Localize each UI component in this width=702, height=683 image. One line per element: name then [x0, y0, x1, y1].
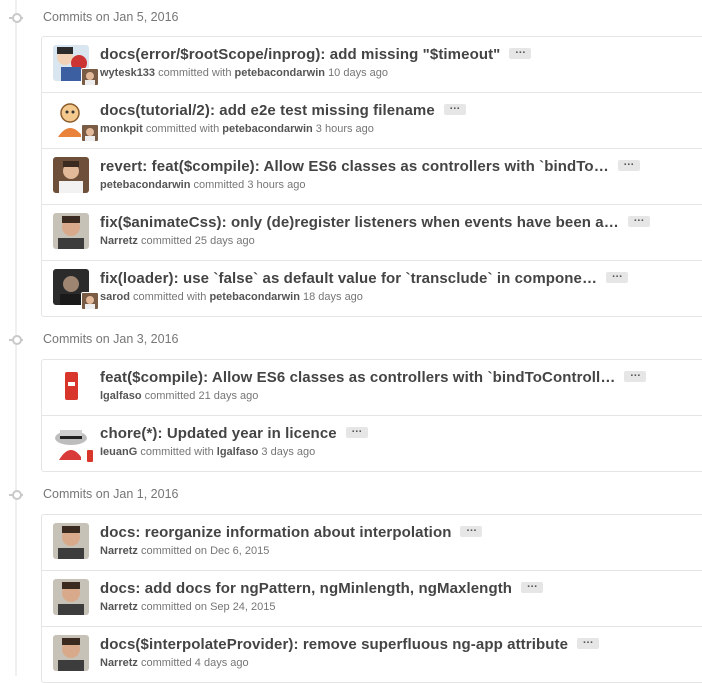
commit-item: docs($interpolateProvider): remove super…: [42, 626, 702, 682]
expand-ellipsis-button[interactable]: …: [443, 100, 466, 116]
commit-day-group: Commits on Jan 1, 2016 docs: reorganize …: [0, 484, 702, 683]
author-link[interactable]: IeuanG: [100, 446, 137, 458]
expand-ellipsis-button[interactable]: …: [627, 212, 650, 228]
commit-meta: lgalfaso committed 21 days ago: [100, 390, 259, 402]
commit-message-link[interactable]: docs(error/$rootScope/inprog): add missi…: [100, 46, 500, 63]
commit-meta: Narretz committed 25 days ago: [100, 235, 255, 247]
author-link[interactable]: lgalfaso: [100, 390, 142, 402]
commit-meta: Narretz committed 4 days ago: [100, 657, 249, 669]
commit-message-link[interactable]: feat($compile): Allow ES6 classes as con…: [100, 369, 615, 386]
day-title: Commits on Jan 3, 2016: [43, 332, 179, 346]
commit-meta: IeuanG committed with lgalfaso 3 days ag…: [100, 446, 316, 458]
author-avatar[interactable]: [53, 635, 89, 671]
commit-time: 3 hours ago: [247, 179, 306, 191]
author-link[interactable]: wytesk133: [100, 67, 155, 79]
commit-time: Sep 24, 2015: [210, 601, 276, 613]
commit-meta: Narretz committed on Sep 24, 2015: [100, 601, 276, 613]
commit-message-link[interactable]: fix($animateCss): only (de)register list…: [100, 214, 619, 231]
commit-list: docs: reorganize information about inter…: [41, 514, 702, 683]
author-link[interactable]: Narretz: [100, 601, 138, 613]
commit-day-group: Commits on Jan 5, 2016 docs(error/$rootS…: [0, 7, 702, 317]
day-header: Commits on Jan 5, 2016: [0, 7, 702, 29]
commit-meta: Narretz committed on Dec 6, 2015: [100, 545, 270, 557]
commit-item: feat($compile): Allow ES6 classes as con…: [42, 360, 702, 415]
expand-ellipsis-button[interactable]: …: [521, 578, 544, 594]
author-link[interactable]: Narretz: [100, 657, 138, 669]
expand-ellipsis-button[interactable]: …: [509, 44, 532, 60]
expand-ellipsis-button[interactable]: …: [577, 634, 600, 650]
commit-time: 4 days ago: [194, 657, 249, 669]
author-avatar[interactable]: [53, 157, 89, 193]
commit-message-link[interactable]: fix(loader): use `false` as default valu…: [100, 270, 597, 287]
commit-time: 10 days ago: [328, 67, 388, 79]
expand-ellipsis-button[interactable]: …: [460, 522, 483, 538]
committer-avatar[interactable]: [81, 447, 99, 465]
author-link[interactable]: monkpit: [100, 123, 143, 135]
commit-time: 18 days ago: [302, 291, 363, 303]
commit-meta: wytesk133 committed with petebacondarwin…: [100, 67, 388, 79]
expand-ellipsis-button[interactable]: …: [606, 268, 629, 284]
author-avatar[interactable]: [53, 523, 89, 559]
commit-time: 21 days ago: [198, 390, 259, 402]
commit-time: Dec 6, 2015: [210, 545, 270, 557]
day-header: Commits on Jan 1, 2016: [0, 484, 702, 506]
commit-meta: monkpit committed with petebacondarwin 3…: [100, 123, 374, 135]
commit-message-link[interactable]: docs: reorganize information about inter…: [100, 524, 451, 541]
author-avatar[interactable]: [53, 579, 89, 615]
commit-item: fix($animateCss): only (de)register list…: [42, 204, 702, 260]
commit-list: docs(error/$rootScope/inprog): add missi…: [41, 36, 702, 317]
commit-item: chore(*): Updated year in licence … Ieuan…: [42, 415, 702, 471]
committer-link[interactable]: petebacondarwin: [209, 291, 299, 303]
commit-meta: sarod committed with petebacondarwin 18 …: [100, 291, 363, 303]
commit-time: 3 hours ago: [315, 123, 374, 135]
commit-item: fix(loader): use `false` as default valu…: [42, 260, 702, 316]
commit-message-link[interactable]: docs($interpolateProvider): remove super…: [100, 636, 568, 653]
expand-ellipsis-button[interactable]: …: [345, 423, 368, 439]
expand-ellipsis-button[interactable]: …: [624, 367, 647, 383]
committer-avatar[interactable]: [81, 292, 99, 310]
committer-link[interactable]: lgalfaso: [217, 446, 259, 458]
author-link[interactable]: Narretz: [100, 545, 138, 557]
day-title: Commits on Jan 1, 2016: [43, 487, 179, 501]
author-link[interactable]: sarod: [100, 291, 130, 303]
author-link[interactable]: petebacondarwin: [100, 179, 190, 191]
commit-message-link[interactable]: chore(*): Updated year in licence: [100, 425, 337, 442]
commit-item: docs(error/$rootScope/inprog): add missi…: [42, 37, 702, 92]
day-header: Commits on Jan 3, 2016: [0, 329, 702, 351]
author-link[interactable]: Narretz: [100, 235, 138, 247]
commit-item: docs: add docs for ngPattern, ngMinlengt…: [42, 570, 702, 626]
commit-time: 3 days ago: [261, 446, 316, 458]
committer-link[interactable]: petebacondarwin: [235, 67, 325, 79]
commit-meta: petebacondarwin committed 3 hours ago: [100, 179, 306, 191]
committer-avatar[interactable]: [81, 68, 99, 86]
commit-node-icon: [9, 490, 23, 500]
commit-message-link[interactable]: revert: feat($compile): Allow ES6 classe…: [100, 158, 609, 175]
committer-avatar[interactable]: [81, 124, 99, 142]
commit-node-icon: [9, 13, 23, 23]
commit-item: docs(tutorial/2): add e2e test missing f…: [42, 92, 702, 148]
expand-ellipsis-button[interactable]: …: [617, 156, 640, 172]
commit-message-link[interactable]: docs(tutorial/2): add e2e test missing f…: [100, 102, 435, 119]
commit-message-link[interactable]: docs: add docs for ngPattern, ngMinlengt…: [100, 580, 512, 597]
commit-item: docs: reorganize information about inter…: [42, 515, 702, 570]
committer-link[interactable]: petebacondarwin: [222, 123, 312, 135]
commit-list: feat($compile): Allow ES6 classes as con…: [41, 359, 702, 472]
author-avatar[interactable]: [53, 368, 89, 404]
commit-time: 25 days ago: [194, 235, 255, 247]
commit-node-icon: [9, 335, 23, 345]
day-title: Commits on Jan 5, 2016: [43, 10, 179, 24]
commit-day-group: Commits on Jan 3, 2016 feat($compile): A…: [0, 329, 702, 472]
commit-item: revert: feat($compile): Allow ES6 classe…: [42, 148, 702, 204]
author-avatar[interactable]: [53, 213, 89, 249]
